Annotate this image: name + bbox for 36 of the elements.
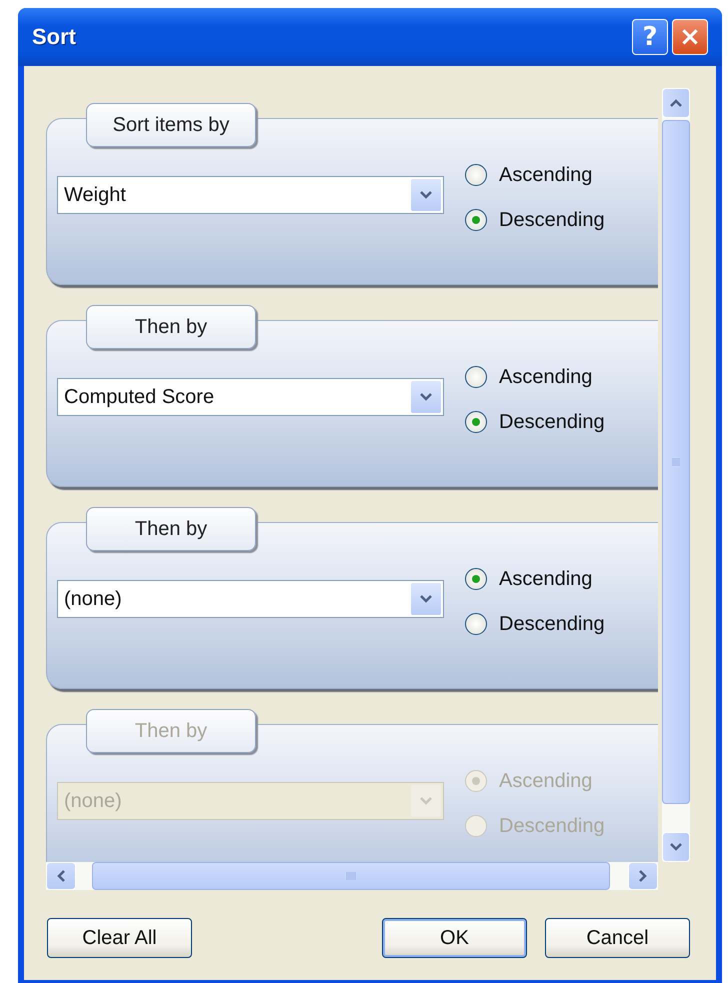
- ok-button[interactable]: OK: [382, 918, 527, 958]
- radio-button[interactable]: [465, 613, 487, 635]
- radio-button[interactable]: [465, 411, 487, 433]
- radio-label[interactable]: Descending: [499, 410, 605, 434]
- dropdown[interactable]: Computed Score: [57, 378, 444, 416]
- radio-label[interactable]: Descending: [499, 612, 605, 636]
- window-title: Sort: [32, 24, 76, 50]
- chevron-up-icon[interactable]: [669, 98, 683, 108]
- grip-icon[interactable]: [345, 871, 357, 881]
- radio-button[interactable]: [465, 366, 487, 388]
- group-label: Sort items by: [86, 103, 256, 147]
- chevron-down-icon[interactable]: [669, 842, 683, 852]
- radio-button[interactable]: [465, 209, 487, 231]
- chevron-right-icon[interactable]: [638, 869, 648, 883]
- scroll-left-button[interactable]: [46, 862, 76, 890]
- chevron-left-icon[interactable]: [56, 869, 66, 883]
- dropdown[interactable]: Weight: [57, 176, 444, 214]
- group-label: Then by: [86, 709, 256, 753]
- scroll-right-button[interactable]: [628, 862, 658, 890]
- radio-label[interactable]: Ascending: [499, 366, 592, 388]
- group-label: Then by: [86, 305, 256, 349]
- radio-label[interactable]: Descending: [499, 208, 605, 232]
- radio-button[interactable]: [465, 164, 487, 186]
- help-button[interactable]: ?: [632, 19, 668, 55]
- group-label: Then by: [86, 507, 256, 551]
- horizontal-scrollbar[interactable]: [46, 862, 658, 890]
- dropdown[interactable]: (none): [57, 580, 444, 618]
- scroll-down-button[interactable]: [662, 832, 690, 862]
- cancel-button[interactable]: Cancel: [545, 918, 690, 958]
- scroll-up-button[interactable]: [662, 88, 690, 118]
- radio-button[interactable]: [465, 568, 487, 590]
- grip-icon[interactable]: [671, 457, 681, 467]
- clear-button[interactable]: Clear All: [47, 918, 192, 958]
- scroll-thumb[interactable]: [92, 862, 610, 890]
- radio-label[interactable]: Ascending: [499, 568, 592, 590]
- radio-label[interactable]: Ascending: [499, 164, 592, 186]
